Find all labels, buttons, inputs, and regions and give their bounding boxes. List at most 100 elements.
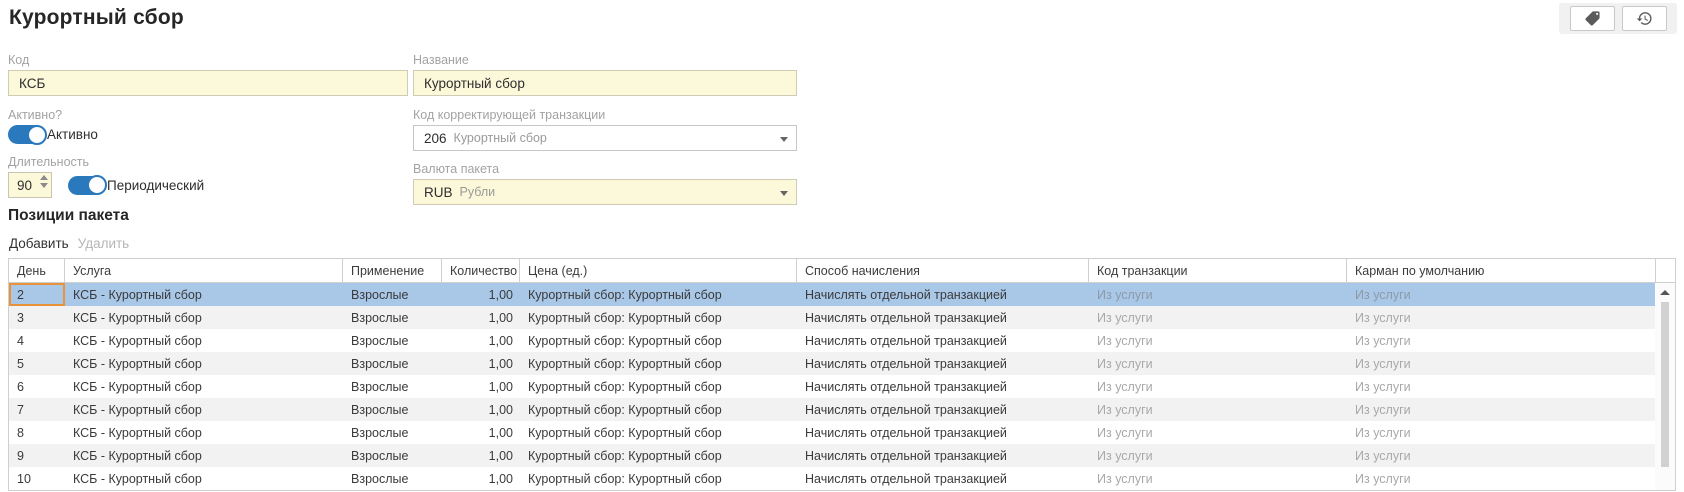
cell-application[interactable]: Взрослые (343, 375, 442, 398)
name-input[interactable]: Курортный сбор (413, 70, 797, 96)
table-row[interactable]: 7 КСБ - Курортный сбор Взрослые 1,00 Курортн… (9, 398, 1655, 421)
table-row[interactable]: 2 КСБ - Курортный сбор Взрослые 1,00 Курортн… (9, 283, 1655, 306)
column-header[interactable]: День (9, 259, 65, 283)
cell-pocket[interactable]: Из услуги (1347, 352, 1656, 375)
cell-transaction-code[interactable]: Из услуги (1089, 467, 1347, 490)
cell-accrual[interactable]: Начислять отдельной транзакцией (797, 398, 1089, 421)
cell-day[interactable]: 3 (9, 306, 65, 329)
cell-service[interactable]: КСБ - Курортный сбор (65, 329, 343, 352)
code-input[interactable]: КСБ (8, 70, 408, 96)
column-header[interactable]: Код транзакции (1089, 259, 1347, 283)
cell-price[interactable]: Курортный сбор: Курортный сбор (520, 306, 797, 329)
cell-application[interactable]: Взрослые (343, 352, 442, 375)
cell-transaction-code[interactable]: Из услуги (1089, 283, 1347, 306)
cell-price[interactable]: Курортный сбор: Курортный сбор (520, 398, 797, 421)
cell-pocket[interactable]: Из услуги (1347, 375, 1656, 398)
column-header[interactable]: Применение (343, 259, 442, 283)
cell-price[interactable]: Курортный сбор: Курортный сбор (520, 375, 797, 398)
cell-quantity[interactable]: 1,00 (442, 375, 520, 398)
tags-button[interactable] (1569, 6, 1615, 31)
cell-day[interactable]: 4 (9, 329, 65, 352)
cell-transaction-code[interactable]: Из услуги (1089, 352, 1347, 375)
scrollbar-thumb[interactable] (1661, 302, 1669, 467)
duration-input[interactable]: 90 (8, 172, 52, 198)
column-header[interactable]: Способ начисления (797, 259, 1089, 283)
correction-code-select[interactable]: 206 Курортный сбор (413, 125, 797, 151)
column-header[interactable]: Цена (ед.) (520, 259, 797, 283)
cell-quantity[interactable]: 1,00 (442, 283, 520, 306)
periodic-toggle[interactable] (68, 175, 107, 195)
cell-application[interactable]: Взрослые (343, 329, 442, 352)
cell-pocket[interactable]: Из услуги (1347, 467, 1656, 490)
cell-service[interactable]: КСБ - Курортный сбор (65, 467, 343, 490)
table-row[interactable]: 3 КСБ - Курортный сбор Взрослые 1,00 Курортн… (9, 306, 1655, 329)
cell-accrual[interactable]: Начислять отдельной транзакцией (797, 421, 1089, 444)
spin-up-icon[interactable] (40, 175, 48, 180)
cell-accrual[interactable]: Начислять отдельной транзакцией (797, 329, 1089, 352)
table-row[interactable]: 5 КСБ - Курортный сбор Взрослые 1,00 Курортн… (9, 352, 1655, 375)
cell-application[interactable]: Взрослые (343, 306, 442, 329)
cell-pocket[interactable]: Из услуги (1347, 306, 1656, 329)
cell-pocket[interactable]: Из услуги (1347, 421, 1656, 444)
cell-quantity[interactable]: 1,00 (442, 444, 520, 467)
scrollbar-track[interactable] (1655, 283, 1675, 490)
cell-day[interactable]: 7 (9, 398, 65, 421)
cell-accrual[interactable]: Начислять отдельной транзакцией (797, 375, 1089, 398)
cell-service[interactable]: КСБ - Курортный сбор (65, 306, 343, 329)
cell-application[interactable]: Взрослые (343, 467, 442, 490)
active-toggle[interactable] (8, 124, 47, 145)
cell-service[interactable]: КСБ - Курортный сбор (65, 375, 343, 398)
history-button[interactable] (1621, 6, 1667, 31)
cell-price[interactable]: Курортный сбор: Курортный сбор (520, 352, 797, 375)
cell-price[interactable]: Курортный сбор: Курортный сбор (520, 467, 797, 490)
cell-price[interactable]: Курортный сбор: Курортный сбор (520, 421, 797, 444)
cell-day[interactable]: 6 (9, 375, 65, 398)
cell-quantity[interactable]: 1,00 (442, 329, 520, 352)
cell-transaction-code[interactable]: Из услуги (1089, 421, 1347, 444)
add-button[interactable]: Добавить (9, 236, 69, 251)
table-row[interactable]: 9 КСБ - Курортный сбор Взрослые 1,00 Курортн… (9, 444, 1655, 467)
cell-price[interactable]: Курортный сбор: Курортный сбор (520, 283, 797, 306)
table-row[interactable]: 4 КСБ - Курортный сбор Взрослые 1,00 Курортн… (9, 329, 1655, 352)
cell-accrual[interactable]: Начислять отдельной транзакцией (797, 283, 1089, 306)
cell-day[interactable]: 9 (9, 444, 65, 467)
table-row[interactable]: 6 КСБ - Курортный сбор Взрослые 1,00 Курортн… (9, 375, 1655, 398)
cell-transaction-code[interactable]: Из услуги (1089, 444, 1347, 467)
spin-down-icon[interactable] (40, 183, 48, 188)
column-header[interactable]: Карман по умолчанию (1347, 259, 1656, 283)
cell-application[interactable]: Взрослые (343, 398, 442, 421)
cell-application[interactable]: Взрослые (343, 444, 442, 467)
cell-day[interactable]: 2 (9, 283, 65, 306)
cell-pocket[interactable]: Из услуги (1347, 444, 1656, 467)
cell-quantity[interactable]: 1,00 (442, 306, 520, 329)
cell-quantity[interactable]: 1,00 (442, 467, 520, 490)
cell-service[interactable]: КСБ - Курортный сбор (65, 398, 343, 421)
cell-pocket[interactable]: Из услуги (1347, 329, 1656, 352)
cell-accrual[interactable]: Начислять отдельной транзакцией (797, 306, 1089, 329)
scroll-up-icon[interactable] (1660, 290, 1670, 295)
cell-application[interactable]: Взрослые (343, 421, 442, 444)
cell-service[interactable]: КСБ - Курортный сбор (65, 352, 343, 375)
cell-application[interactable]: Взрослые (343, 283, 442, 306)
cell-service[interactable]: КСБ - Курортный сбор (65, 444, 343, 467)
cell-price[interactable]: Курортный сбор: Курортный сбор (520, 329, 797, 352)
cell-transaction-code[interactable]: Из услуги (1089, 329, 1347, 352)
cell-day[interactable]: 8 (9, 421, 65, 444)
cell-quantity[interactable]: 1,00 (442, 421, 520, 444)
cell-service[interactable]: КСБ - Курортный сбор (65, 421, 343, 444)
cell-transaction-code[interactable]: Из услуги (1089, 375, 1347, 398)
cell-service[interactable]: КСБ - Курортный сбор (65, 283, 343, 306)
column-header[interactable]: Услуга (65, 259, 343, 283)
column-header[interactable]: Количество (442, 259, 520, 283)
table-scrollbar[interactable] (1655, 258, 1676, 491)
currency-select[interactable]: RUB Рубли (413, 179, 797, 205)
cell-accrual[interactable]: Начислять отдельной транзакцией (797, 467, 1089, 490)
cell-transaction-code[interactable]: Из услуги (1089, 306, 1347, 329)
cell-pocket[interactable]: Из услуги (1347, 398, 1656, 421)
cell-day[interactable]: 5 (9, 352, 65, 375)
table-row[interactable]: 8 КСБ - Курортный сбор Взрослые 1,00 Курортн… (9, 421, 1655, 444)
cell-price[interactable]: Курортный сбор: Курортный сбор (520, 444, 797, 467)
delete-button[interactable]: Удалить (78, 236, 130, 251)
cell-day[interactable]: 10 (9, 467, 65, 490)
cell-accrual[interactable]: Начислять отдельной транзакцией (797, 444, 1089, 467)
